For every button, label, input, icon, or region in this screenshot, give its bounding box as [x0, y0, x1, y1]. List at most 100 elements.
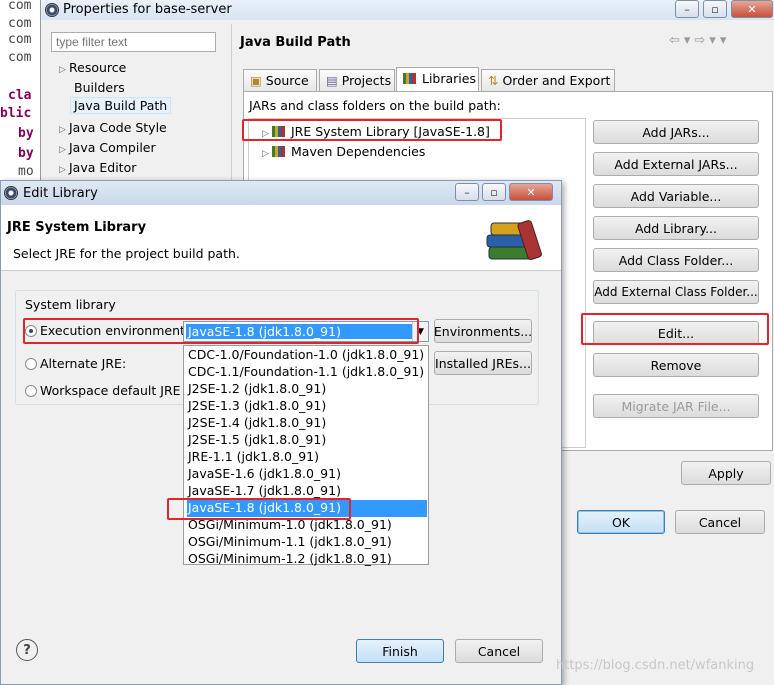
- code-line: blic: [0, 106, 32, 121]
- list-item[interactable]: OSGi/Minimum-1.1 (jdk1.8.0_91): [187, 534, 427, 551]
- help-icon[interactable]: ?: [16, 639, 38, 661]
- workspace-default-radio[interactable]: [25, 385, 37, 397]
- tree-item-java-compiler[interactable]: ▷ Java Compiler: [59, 140, 156, 155]
- list-item[interactable]: J2SE-1.3 (jdk1.8.0_91): [187, 398, 427, 415]
- dialog-subtitle: Select JRE for the project build path.: [13, 246, 240, 261]
- minimize-icon[interactable]: –: [675, 0, 699, 18]
- tab-projects[interactable]: ▤ Projects: [319, 69, 395, 91]
- tree-item-label: Java Compiler: [69, 140, 156, 155]
- tab-source[interactable]: ▣ Source: [243, 69, 317, 91]
- tab-label: Source: [265, 73, 309, 88]
- close-icon[interactable]: ✕: [509, 183, 553, 201]
- window-title: Properties for base-server: [63, 2, 232, 17]
- workspace-default-label: Workspace default JRE (j: [40, 383, 182, 398]
- tree-item-label: Builders: [74, 80, 125, 95]
- dialog-heading: JRE System Library: [7, 220, 147, 235]
- dialog-header: JRE System Library Select JRE for the pr…: [1, 205, 561, 271]
- finish-button[interactable]: Finish: [356, 639, 444, 663]
- code-line: com: [8, 16, 32, 31]
- list-item[interactable]: JavaSE-1.6 (jdk1.8.0_91): [187, 466, 427, 483]
- eclipse-app-icon: [45, 3, 59, 17]
- maximize-icon[interactable]: ▫: [703, 0, 727, 18]
- tree-item-builders[interactable]: Builders: [74, 80, 125, 95]
- exec-env-dropdown-list[interactable]: CDC-1.0/Foundation-1.0 (jdk1.8.0_91) CDC…: [183, 345, 429, 568]
- list-item[interactable]: J2SE-1.2 (jdk1.8.0_91): [187, 381, 427, 398]
- list-item[interactable]: JRE-1.1 (jdk1.8.0_91): [187, 449, 427, 466]
- alternate-jre-radio[interactable]: [25, 358, 37, 370]
- expand-triangle-icon[interactable]: ▷: [59, 145, 69, 155]
- tree-item-maven-dependencies[interactable]: ▷ Maven Dependencies: [262, 144, 425, 159]
- library-icon: [403, 73, 416, 84]
- library-books-icon: [486, 220, 542, 261]
- installed-jres-button[interactable]: Installed JREs...: [434, 351, 532, 375]
- order-export-icon: ⇅: [488, 73, 499, 88]
- highlight-box: [167, 498, 351, 520]
- tree-item-java-code-style[interactable]: ▷ Java Code Style: [59, 120, 167, 135]
- expand-triangle-icon[interactable]: ▷: [59, 125, 69, 135]
- code-line: com: [8, 50, 32, 65]
- code-line: by: [18, 126, 34, 141]
- entry-label: Maven Dependencies: [291, 144, 426, 159]
- tree-item-label: Java Editor: [69, 160, 137, 175]
- edit-library-dialog: Edit Library – ▫ ✕ JRE System Library Se…: [0, 180, 562, 685]
- add-external-jars-button[interactable]: Add External JARs...: [593, 152, 759, 176]
- sash-divider[interactable]: [231, 24, 232, 184]
- source-folder-icon: ▣: [250, 73, 262, 88]
- code-editor-background: com com com com cla blic by by mo: [0, 0, 40, 190]
- jars-label: JARs and class folders on the build path…: [249, 98, 501, 113]
- alternate-jre-label: Alternate JRE:: [40, 356, 127, 371]
- build-path-tabs: ▣ Source ▤ Projects Libraries ⇅ Order an…: [243, 67, 774, 92]
- tree-item-label: Java Code Style: [69, 120, 167, 135]
- cancel-button[interactable]: Cancel: [675, 510, 765, 534]
- tree-item-resource[interactable]: ▷ Resource: [59, 60, 126, 75]
- code-line: mo: [18, 164, 34, 179]
- list-item[interactable]: J2SE-1.4 (jdk1.8.0_91): [187, 415, 427, 432]
- tree-item-label: Java Build Path: [70, 97, 172, 114]
- tab-label: Order and Export: [502, 73, 611, 88]
- dialog-titlebar: Edit Library – ▫ ✕: [1, 181, 561, 205]
- add-external-class-folder-button[interactable]: Add External Class Folder...: [593, 280, 759, 304]
- page-title: Java Build Path: [240, 35, 351, 50]
- history-nav-icons[interactable]: ⇦▾⇨▾▾: [669, 33, 730, 48]
- code-line: by: [18, 146, 34, 161]
- tab-libraries[interactable]: Libraries: [396, 67, 479, 92]
- highlight-box: [23, 318, 419, 344]
- tab-label: Projects: [341, 73, 392, 88]
- tree-item-java-editor[interactable]: ▷ Java Editor: [59, 160, 136, 175]
- list-item[interactable]: OSGi/Minimum-1.2 (jdk1.8.0_91): [187, 551, 427, 568]
- eclipse-app-icon: [4, 186, 18, 200]
- expand-triangle-icon[interactable]: ▷: [59, 65, 69, 75]
- dialog-title: Edit Library: [23, 186, 98, 201]
- project-icon: ▤: [326, 73, 338, 88]
- expand-triangle-icon[interactable]: ▷: [59, 165, 69, 175]
- expand-triangle-icon[interactable]: ▷: [262, 149, 272, 159]
- maximize-icon[interactable]: ▫: [482, 183, 506, 201]
- library-icon: [272, 146, 285, 157]
- tab-order-and-export[interactable]: ⇅ Order and Export: [481, 69, 615, 91]
- environments-button[interactable]: Environments...: [434, 319, 532, 343]
- list-item[interactable]: J2SE-1.5 (jdk1.8.0_91): [187, 432, 427, 449]
- highlight-box: [581, 313, 769, 345]
- add-variable-button[interactable]: Add Variable...: [593, 184, 759, 208]
- tab-label: Libraries: [422, 71, 476, 86]
- list-item[interactable]: CDC-1.1/Foundation-1.1 (jdk1.8.0_91): [187, 364, 427, 381]
- close-icon[interactable]: ✕: [731, 0, 773, 18]
- tree-item-label: Resource: [69, 60, 127, 75]
- cancel-button[interactable]: Cancel: [455, 639, 543, 663]
- watermark: https://blog.csdn.net/wfanking: [556, 658, 755, 673]
- ok-button[interactable]: OK: [577, 510, 665, 534]
- tree-item-java-build-path[interactable]: Java Build Path: [70, 97, 172, 114]
- properties-titlebar: Properties for base-server – ▫ ✕: [41, 0, 774, 20]
- add-jars-button[interactable]: Add JARs...: [593, 120, 759, 144]
- add-library-button[interactable]: Add Library...: [593, 216, 759, 240]
- filter-input[interactable]: [51, 32, 216, 52]
- code-line: com: [8, 32, 32, 47]
- migrate-jar-button[interactable]: Migrate JAR File...: [593, 394, 759, 418]
- group-label: System library: [25, 297, 116, 312]
- remove-button[interactable]: Remove: [593, 353, 759, 377]
- minimize-icon[interactable]: –: [455, 183, 479, 201]
- code-line: com: [8, 0, 32, 13]
- list-item[interactable]: CDC-1.0/Foundation-1.0 (jdk1.8.0_91): [187, 347, 427, 364]
- add-class-folder-button[interactable]: Add Class Folder...: [593, 248, 759, 272]
- apply-button[interactable]: Apply: [681, 461, 771, 485]
